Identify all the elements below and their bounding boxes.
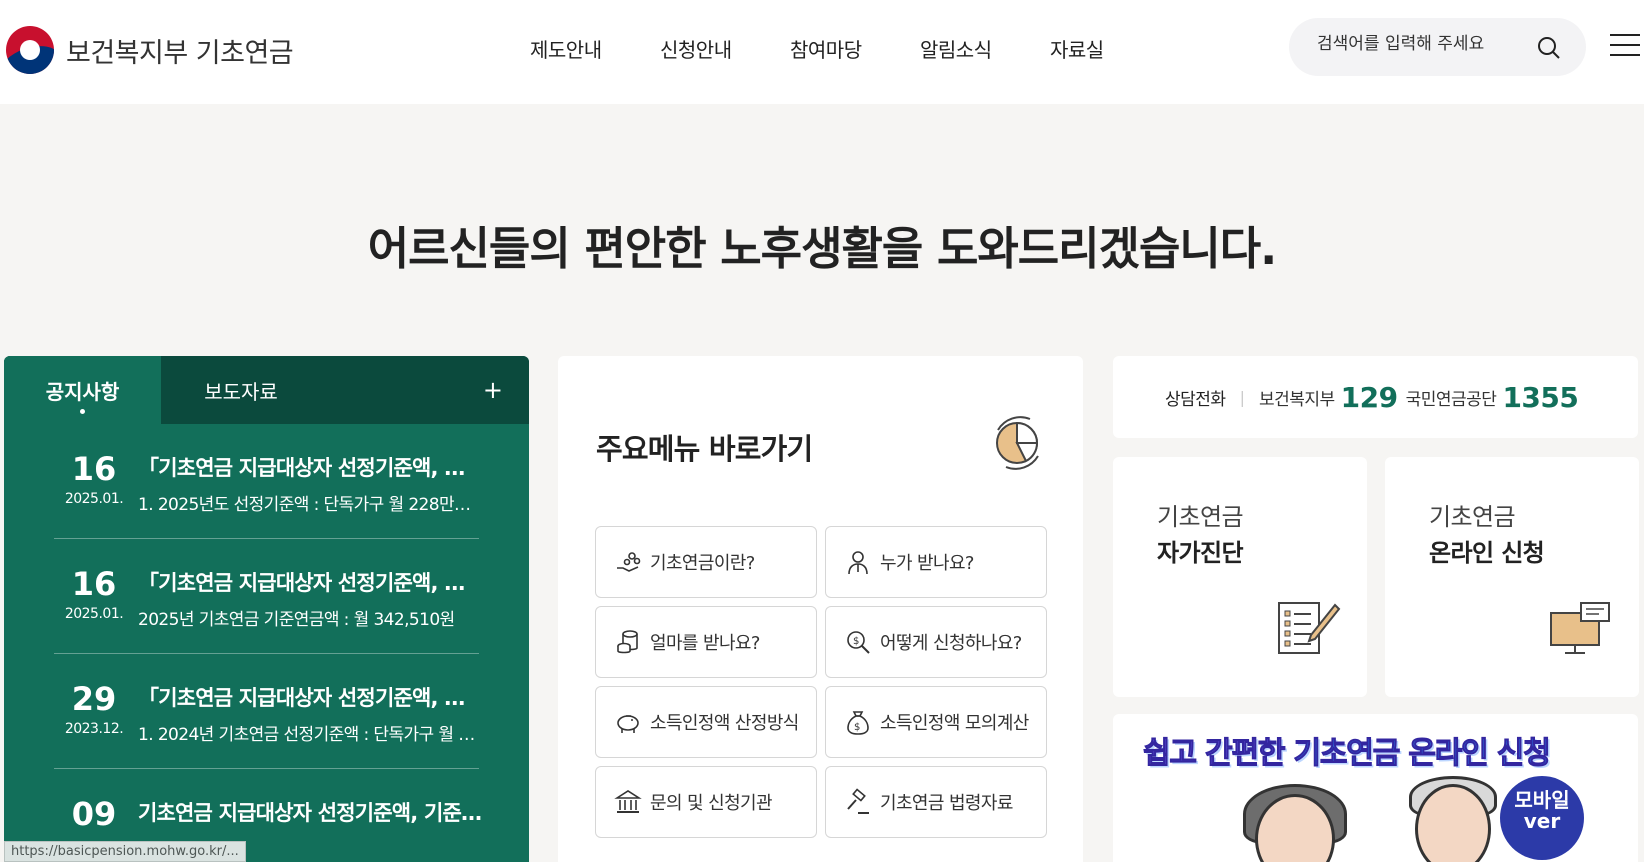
contact-number-nps[interactable]: 1355 bbox=[1502, 381, 1578, 414]
online-application-card[interactable]: 기초연금 온라인 신청 bbox=[1385, 457, 1639, 697]
pie-chart-icon bbox=[996, 416, 1039, 470]
person-icon bbox=[848, 551, 868, 575]
notice-desc: 1. 2024년 기초연금 선정기준액 : 단독가구 월 213만원 bbox=[138, 725, 483, 745]
date-day: 29 bbox=[71, 680, 117, 718]
card-title-line1: 기초연금 bbox=[1429, 503, 1516, 531]
card-title-line1: 기초연금 bbox=[1157, 503, 1244, 531]
search-box bbox=[1289, 18, 1586, 76]
notice-date: 16 2025.01. bbox=[54, 565, 134, 623]
date-day: 16 bbox=[71, 565, 117, 603]
money-bag-icon: $ bbox=[847, 711, 869, 735]
magnifier-dollar-icon: $ bbox=[847, 631, 870, 654]
checklist-pencil-icon bbox=[1278, 602, 1341, 654]
contact-org-mohw: 보건복지부 bbox=[1258, 389, 1335, 410]
notice-panel: 공지사항 보도자료 + 16 2025.01. 「기초연금 지급대상자 선정기준… bbox=[4, 356, 529, 862]
notice-desc: 1. 2025년도 선정기준액 : 단독가구 월 228만원 / 부부가구 월 … bbox=[138, 495, 483, 515]
notice-date: 09 bbox=[54, 795, 134, 833]
quick-menu-contact-offices[interactable]: 문의 및 신청기관 bbox=[595, 766, 817, 838]
list-item[interactable]: 16 2025.01. 「기초연금 지급대상자 선정기준액, 기준연금액 고시」… bbox=[54, 424, 483, 539]
hero-prefix: 어르신들의 bbox=[367, 222, 585, 275]
notice-title[interactable]: 「기초연금 지급대상자 선정기준액, 기준연금액 고시」 bbox=[138, 567, 483, 597]
main-navigation: 제도안내 신청안내 참여마당 알림소식 자료실 bbox=[530, 34, 1180, 63]
contact-number-mohw[interactable]: 129 bbox=[1341, 381, 1398, 414]
notice-title[interactable]: 「기초연금 지급대상자 선정기준액, 기준연금액 고시」 bbox=[138, 682, 483, 712]
nav-item-application-guide[interactable]: 신청안내 bbox=[660, 34, 790, 63]
tab-notices[interactable]: 공지사항 bbox=[4, 356, 161, 424]
quick-menu-title: 주요메뉴 바로가기 bbox=[596, 432, 813, 466]
quick-menu-who-receives[interactable]: 누가 받나요? bbox=[825, 526, 1047, 598]
date-day: 09 bbox=[71, 795, 117, 833]
notice-title[interactable]: 「기초연금 지급대상자 선정기준액, 기준연금액 고시」 bbox=[138, 452, 483, 482]
site-header: 보건복지부 기초연금 제도안내 신청안내 참여마당 알림소식 자료실 bbox=[0, 0, 1644, 104]
hamburger-menu-icon[interactable] bbox=[1610, 34, 1640, 58]
banner-headline: 쉽고 간편한 기초연금 온라인 신청 bbox=[1143, 736, 1552, 772]
notice-tabs: 공지사항 보도자료 + bbox=[4, 356, 529, 424]
search-icon[interactable] bbox=[1536, 35, 1562, 61]
contact-org-nps: 국민연금공단 bbox=[1405, 389, 1497, 410]
bank-building-icon bbox=[614, 790, 642, 813]
date-year-month: 2023.12. bbox=[64, 721, 124, 738]
quick-menu-income-simulator[interactable]: $ 소득인정액 모의계산 bbox=[825, 686, 1047, 758]
card-title-line2: 자가진단 bbox=[1157, 539, 1244, 567]
nav-item-system-guide[interactable]: 제도안내 bbox=[530, 34, 660, 63]
piggy-bank-icon bbox=[617, 715, 639, 733]
notice-date: 16 2025.01. bbox=[54, 450, 134, 508]
svg-text:$: $ bbox=[853, 636, 859, 647]
hero-slogan: 어르신들의 편안한 노후생활을 도와드리겠습니다. bbox=[0, 212, 1644, 277]
contact-label: 상담전화 bbox=[1165, 389, 1226, 410]
nav-item-news[interactable]: 알림소식 bbox=[920, 34, 1050, 63]
notice-desc: 2025년 기초연금 기준연금액 : 월 342,510원 bbox=[138, 610, 455, 630]
monitor-message-icon bbox=[1550, 602, 1610, 654]
logo-text: 보건복지부 기초연금 bbox=[66, 37, 294, 69]
contact-phone-box: 상담전화 | 보건복지부 129 국민연금공단 1355 bbox=[1113, 356, 1638, 438]
tab-press-releases[interactable]: 보도자료 bbox=[161, 356, 321, 424]
date-day: 16 bbox=[71, 450, 117, 488]
site-logo[interactable]: 보건복지부 기초연금 bbox=[6, 26, 294, 74]
mobile-version-badge: 모바일 ver bbox=[1500, 776, 1584, 860]
svg-text:$: $ bbox=[854, 722, 860, 733]
more-button[interactable]: + bbox=[483, 376, 503, 404]
nav-item-participation[interactable]: 참여마당 bbox=[790, 34, 920, 63]
hero-bold: 편안한 노후생활 bbox=[584, 222, 882, 275]
quick-menu-grid: 기초연금이란? 누가 받나요? 얼마를 받나요? $ 어떻게 신청하나요? 소득… bbox=[595, 526, 1047, 838]
coin-stack-icon bbox=[617, 630, 638, 654]
date-year-month: 2025.01. bbox=[64, 606, 124, 623]
notice-list: 16 2025.01. 「기초연금 지급대상자 선정기준액, 기준연금액 고시」… bbox=[4, 424, 529, 862]
notice-date: 29 2023.12. bbox=[54, 680, 134, 738]
quick-menu-how-much[interactable]: 얼마를 받나요? bbox=[595, 606, 817, 678]
gavel-icon bbox=[847, 788, 869, 814]
quick-menu-income-calc-method[interactable]: 소득인정액 산정방식 bbox=[595, 686, 817, 758]
coin-hand-icon bbox=[617, 552, 641, 572]
hero-suffix: 을 도와드리겠습니다. bbox=[881, 222, 1277, 275]
quick-menu-legal-materials[interactable]: 기초연금 법령자료 bbox=[825, 766, 1047, 838]
status-bar-url: https://basicpension.mohw.go.kr/... bbox=[4, 841, 246, 862]
card-title-line2: 온라인 신청 bbox=[1429, 539, 1545, 567]
list-item[interactable]: 16 2025.01. 「기초연금 지급대상자 선정기준액, 기준연금액 고시」… bbox=[54, 539, 483, 654]
government-emblem-icon bbox=[6, 26, 54, 74]
self-diagnosis-card[interactable]: 기초연금 자가진단 bbox=[1113, 457, 1367, 697]
list-item[interactable]: 29 2023.12. 「기초연금 지급대상자 선정기준액, 기준연금액 고시」… bbox=[54, 654, 483, 769]
search-input[interactable] bbox=[1317, 34, 1527, 54]
contact-separator: | bbox=[1239, 387, 1245, 407]
online-application-banner[interactable]: 쉽고 간편한 기초연금 온라인 신청 모바일 ver bbox=[1113, 714, 1638, 862]
quick-menu-how-to-apply[interactable]: $ 어떻게 신청하나요? bbox=[825, 606, 1047, 678]
date-year-month: 2025.01. bbox=[64, 491, 124, 508]
notice-title[interactable]: 기초연금 지급대상자 선정기준액, 기준연금액 고시 bbox=[138, 797, 483, 827]
quick-menu-what-is-pension[interactable]: 기초연금이란? bbox=[595, 526, 817, 598]
nav-item-archive[interactable]: 자료실 bbox=[1050, 34, 1180, 63]
quick-menu-card: 주요메뉴 바로가기 기초연금이란? 누가 받나요? 얼마를 받나요? $ 어떻게… bbox=[558, 356, 1083, 862]
